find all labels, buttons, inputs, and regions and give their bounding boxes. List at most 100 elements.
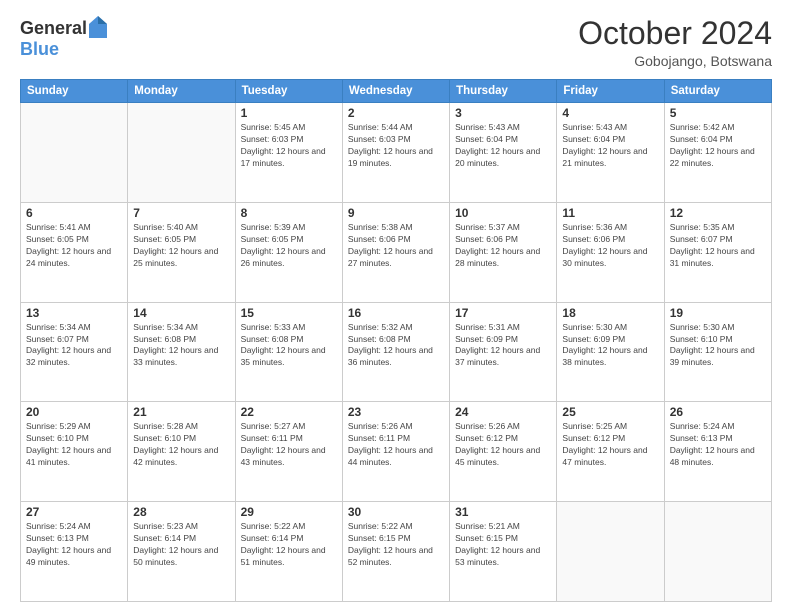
calendar-week-4: 27 Sunrise: 5:24 AMSunset: 6:13 PMDayligh… (21, 502, 772, 602)
day-header-sunday: Sunday (21, 80, 128, 103)
day-info: Sunrise: 5:30 AMSunset: 6:09 PMDaylight:… (562, 322, 658, 370)
day-info: Sunrise: 5:25 AMSunset: 6:12 PMDaylight:… (562, 421, 658, 469)
day-header-thursday: Thursday (450, 80, 557, 103)
day-number: 14 (133, 306, 229, 320)
calendar-cell: 31Sunrise: 5:21 AMSunset: 6:15 PMDayligh… (450, 502, 557, 602)
day-info: Sunrise: 5:24 AMSunset: 6:13 PMDaylight:… (26, 521, 122, 569)
calendar-cell: 23Sunrise: 5:26 AMSunset: 6:11 PMDayligh… (342, 402, 449, 502)
day-number: 25 (562, 405, 658, 419)
calendar-table: SundayMondayTuesdayWednesdayThursdayFrid… (20, 79, 772, 602)
day-number: 9 (348, 206, 444, 220)
day-info: Sunrise: 5:38 AMSunset: 6:06 PMDaylight:… (348, 222, 444, 270)
calendar-cell: 18Sunrise: 5:30 AMSunset: 6:09 PMDayligh… (557, 302, 664, 402)
calendar-cell: 2 Sunrise: 5:44 AMSunset: 6:03 PMDaylight… (342, 103, 449, 203)
calendar-cell: 11 Sunrise: 5:36 AMSunset: 6:06 PMDayligh… (557, 202, 664, 302)
day-info: Sunrise: 5:34 AMSunset: 6:07 PMDaylight:… (26, 322, 122, 370)
day-info: Sunrise: 5:42 AMSunset: 6:04 PMDaylight:… (670, 122, 766, 170)
calendar-cell: 13 Sunrise: 5:34 AMSunset: 6:07 PMDayligh… (21, 302, 128, 402)
day-info: Sunrise: 5:44 AMSunset: 6:03 PMDaylight:… (348, 122, 444, 170)
calendar-cell: 15 Sunrise: 5:33 AMSunset: 6:08 PMDayligh… (235, 302, 342, 402)
calendar-cell: 26 Sunrise: 5:24 AMSunset: 6:13 PMDayligh… (664, 402, 771, 502)
calendar-cell: 6Sunrise: 5:41 AMSunset: 6:05 PMDaylight… (21, 202, 128, 302)
calendar-cell: 21 Sunrise: 5:28 AMSunset: 6:10 PMDayligh… (128, 402, 235, 502)
day-info: Sunrise: 5:21 AMSunset: 6:15 PMDaylight:… (455, 521, 551, 569)
month-year: October 2024 (578, 16, 772, 51)
page: General Blue October 2024 Gobojango, Bot… (0, 0, 792, 612)
day-number: 26 (670, 405, 766, 419)
day-info: Sunrise: 5:22 AMSunset: 6:15 PMDaylight:… (348, 521, 444, 569)
day-number: 27 (26, 505, 122, 519)
day-info: Sunrise: 5:45 AMSunset: 6:03 PMDaylight:… (241, 122, 337, 170)
calendar-cell: 28 Sunrise: 5:23 AMSunset: 6:14 PMDayligh… (128, 502, 235, 602)
calendar-cell: 8 Sunrise: 5:39 AMSunset: 6:05 PMDaylight… (235, 202, 342, 302)
title-block: October 2024 Gobojango, Botswana (578, 16, 772, 69)
day-number: 21 (133, 405, 229, 419)
day-number: 11 (562, 206, 658, 220)
day-number: 17 (455, 306, 551, 320)
day-info: Sunrise: 5:39 AMSunset: 6:05 PMDaylight:… (241, 222, 337, 270)
day-info: Sunrise: 5:26 AMSunset: 6:12 PMDaylight:… (455, 421, 551, 469)
day-header-friday: Friday (557, 80, 664, 103)
day-number: 22 (241, 405, 337, 419)
calendar-cell: 3Sunrise: 5:43 AMSunset: 6:04 PMDaylight… (450, 103, 557, 203)
calendar-cell: 17 Sunrise: 5:31 AMSunset: 6:09 PMDayligh… (450, 302, 557, 402)
calendar-header-row: SundayMondayTuesdayWednesdayThursdayFrid… (21, 80, 772, 103)
day-info: Sunrise: 5:41 AMSunset: 6:05 PMDaylight:… (26, 222, 122, 270)
location: Gobojango, Botswana (578, 53, 772, 69)
day-number: 19 (670, 306, 766, 320)
calendar-week-2: 13 Sunrise: 5:34 AMSunset: 6:07 PMDayligh… (21, 302, 772, 402)
day-number: 16 (348, 306, 444, 320)
day-number: 4 (562, 106, 658, 120)
day-number: 23 (348, 405, 444, 419)
logo-general: General (20, 19, 87, 37)
day-number: 13 (26, 306, 122, 320)
calendar-cell: 7Sunrise: 5:40 AMSunset: 6:05 PMDaylight… (128, 202, 235, 302)
calendar-cell (21, 103, 128, 203)
day-number: 1 (241, 106, 337, 120)
calendar-cell: 27 Sunrise: 5:24 AMSunset: 6:13 PMDayligh… (21, 502, 128, 602)
day-number: 29 (241, 505, 337, 519)
calendar-cell: 29 Sunrise: 5:22 AMSunset: 6:14 PMDayligh… (235, 502, 342, 602)
day-info: Sunrise: 5:28 AMSunset: 6:10 PMDaylight:… (133, 421, 229, 469)
calendar-week-3: 20 Sunrise: 5:29 AMSunset: 6:10 PMDayligh… (21, 402, 772, 502)
day-info: Sunrise: 5:23 AMSunset: 6:14 PMDaylight:… (133, 521, 229, 569)
day-info: Sunrise: 5:30 AMSunset: 6:10 PMDaylight:… (670, 322, 766, 370)
day-info: Sunrise: 5:34 AMSunset: 6:08 PMDaylight:… (133, 322, 229, 370)
calendar-cell: 12 Sunrise: 5:35 AMSunset: 6:07 PMDayligh… (664, 202, 771, 302)
day-info: Sunrise: 5:32 AMSunset: 6:08 PMDaylight:… (348, 322, 444, 370)
calendar-cell: 25 Sunrise: 5:25 AMSunset: 6:12 PMDayligh… (557, 402, 664, 502)
day-number: 30 (348, 505, 444, 519)
day-number: 10 (455, 206, 551, 220)
logo-blue: Blue (20, 40, 59, 58)
calendar-cell: 1 Sunrise: 5:45 AMSunset: 6:03 PMDaylight… (235, 103, 342, 203)
calendar-cell: 5Sunrise: 5:42 AMSunset: 6:04 PMDaylight… (664, 103, 771, 203)
calendar-week-1: 6Sunrise: 5:41 AMSunset: 6:05 PMDaylight… (21, 202, 772, 302)
day-number: 3 (455, 106, 551, 120)
day-number: 28 (133, 505, 229, 519)
day-info: Sunrise: 5:35 AMSunset: 6:07 PMDaylight:… (670, 222, 766, 270)
day-info: Sunrise: 5:43 AMSunset: 6:04 PMDaylight:… (562, 122, 658, 170)
day-info: Sunrise: 5:31 AMSunset: 6:09 PMDaylight:… (455, 322, 551, 370)
day-number: 2 (348, 106, 444, 120)
calendar-cell: 22Sunrise: 5:27 AMSunset: 6:11 PMDayligh… (235, 402, 342, 502)
calendar-cell: 19 Sunrise: 5:30 AMSunset: 6:10 PMDayligh… (664, 302, 771, 402)
day-number: 15 (241, 306, 337, 320)
calendar-cell (664, 502, 771, 602)
day-header-monday: Monday (128, 80, 235, 103)
day-number: 7 (133, 206, 229, 220)
calendar-cell: 4 Sunrise: 5:43 AMSunset: 6:04 PMDaylight… (557, 103, 664, 203)
calendar-cell (128, 103, 235, 203)
day-number: 12 (670, 206, 766, 220)
day-info: Sunrise: 5:29 AMSunset: 6:10 PMDaylight:… (26, 421, 122, 469)
day-info: Sunrise: 5:24 AMSunset: 6:13 PMDaylight:… (670, 421, 766, 469)
day-info: Sunrise: 5:22 AMSunset: 6:14 PMDaylight:… (241, 521, 337, 569)
calendar-cell: 24Sunrise: 5:26 AMSunset: 6:12 PMDayligh… (450, 402, 557, 502)
calendar-cell: 20 Sunrise: 5:29 AMSunset: 6:10 PMDayligh… (21, 402, 128, 502)
day-info: Sunrise: 5:33 AMSunset: 6:08 PMDaylight:… (241, 322, 337, 370)
calendar-cell: 10Sunrise: 5:37 AMSunset: 6:06 PMDayligh… (450, 202, 557, 302)
day-number: 20 (26, 405, 122, 419)
day-info: Sunrise: 5:36 AMSunset: 6:06 PMDaylight:… (562, 222, 658, 270)
day-header-tuesday: Tuesday (235, 80, 342, 103)
calendar-cell: 16 Sunrise: 5:32 AMSunset: 6:08 PMDayligh… (342, 302, 449, 402)
day-number: 8 (241, 206, 337, 220)
